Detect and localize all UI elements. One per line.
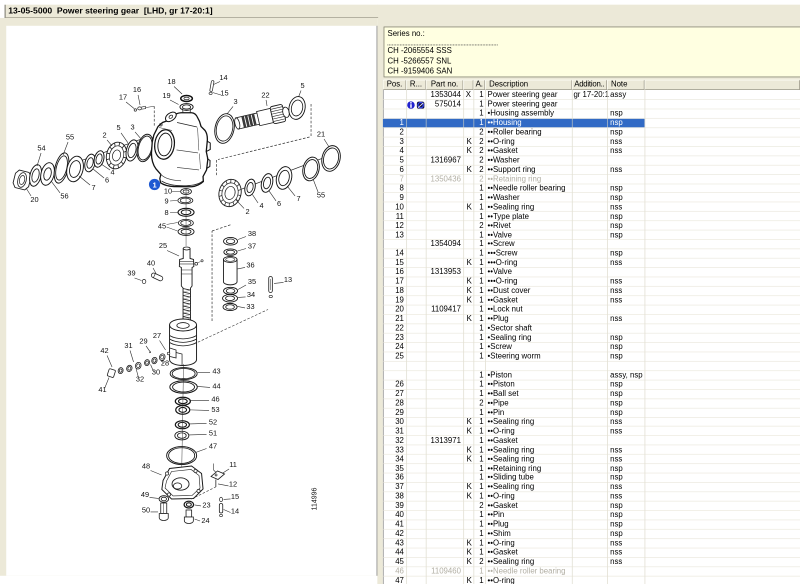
svg-text:40: 40 (147, 258, 155, 267)
svg-text:17: 17 (119, 92, 127, 101)
svg-text:20: 20 (30, 195, 38, 204)
svg-text:21: 21 (317, 129, 325, 138)
svg-text:32: 32 (136, 374, 144, 383)
svg-text:7: 7 (296, 194, 300, 203)
svg-text:27: 27 (153, 331, 161, 340)
svg-text:3: 3 (130, 122, 134, 131)
svg-text:50: 50 (142, 505, 150, 514)
svg-text:10: 10 (164, 186, 172, 195)
svg-text:16: 16 (133, 85, 141, 94)
svg-text:19: 19 (162, 91, 170, 100)
svg-text:47: 47 (209, 441, 217, 450)
svg-text:39: 39 (127, 268, 135, 277)
svg-text:56: 56 (60, 191, 68, 200)
svg-text:33: 33 (246, 302, 254, 311)
svg-text:11: 11 (229, 460, 237, 469)
svg-text:34: 34 (247, 290, 255, 299)
svg-text:2: 2 (245, 207, 249, 216)
svg-text:30: 30 (152, 367, 160, 376)
svg-text:52: 52 (209, 417, 217, 426)
svg-text:54: 54 (37, 143, 45, 152)
svg-text:29: 29 (139, 336, 147, 345)
svg-text:6: 6 (277, 199, 281, 208)
svg-text:31: 31 (124, 341, 132, 350)
svg-text:18: 18 (167, 77, 175, 86)
svg-text:28: 28 (161, 358, 169, 367)
svg-text:12: 12 (229, 479, 237, 488)
svg-text:3: 3 (233, 97, 237, 106)
svg-text:53: 53 (211, 405, 219, 414)
svg-text:9: 9 (164, 196, 168, 205)
svg-text:36: 36 (246, 260, 254, 269)
svg-text:14: 14 (219, 73, 227, 82)
svg-text:14: 14 (231, 506, 239, 515)
svg-text:38: 38 (248, 229, 256, 238)
svg-text:43: 43 (212, 366, 220, 375)
svg-text:25: 25 (159, 241, 167, 250)
svg-text:45: 45 (158, 221, 166, 230)
svg-text:44: 44 (212, 381, 220, 390)
svg-text:15: 15 (231, 492, 239, 501)
svg-text:15: 15 (220, 88, 228, 97)
svg-text:4: 4 (110, 167, 114, 176)
svg-text:46: 46 (211, 394, 219, 403)
svg-text:114996: 114996 (312, 487, 319, 510)
svg-text:6: 6 (105, 175, 109, 184)
svg-text:42: 42 (100, 346, 108, 355)
svg-text:55: 55 (66, 132, 74, 141)
svg-text:13: 13 (284, 275, 292, 284)
svg-text:1: 1 (152, 180, 156, 189)
svg-text:4: 4 (259, 201, 263, 210)
svg-text:51: 51 (209, 428, 217, 437)
svg-text:49: 49 (141, 490, 149, 499)
svg-text:48: 48 (142, 461, 150, 470)
svg-text:2: 2 (102, 130, 106, 139)
svg-text:23: 23 (202, 500, 210, 509)
svg-text:5: 5 (116, 123, 120, 132)
svg-text:35: 35 (248, 277, 256, 286)
svg-text:8: 8 (164, 208, 168, 217)
svg-text:22: 22 (261, 90, 269, 99)
svg-text:5: 5 (300, 81, 304, 90)
svg-text:7: 7 (91, 183, 95, 192)
svg-text:24: 24 (201, 516, 209, 525)
svg-text:37: 37 (248, 241, 256, 250)
